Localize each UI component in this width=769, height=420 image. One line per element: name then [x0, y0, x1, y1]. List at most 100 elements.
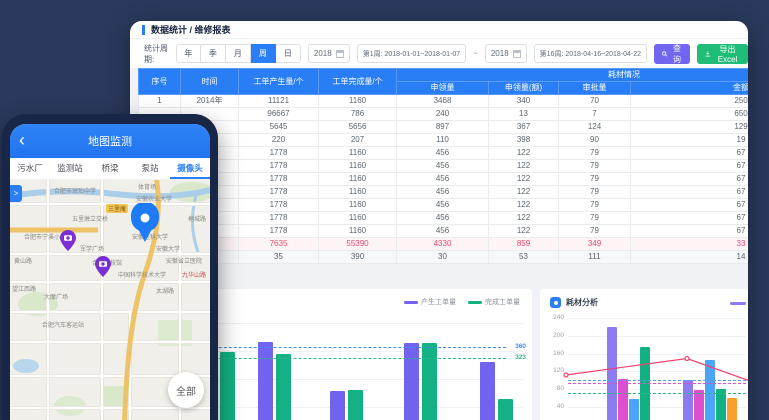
table-cell: 786 — [319, 108, 397, 121]
table-row: 177811604561227967 — [139, 212, 749, 225]
total-cell: 4330 — [397, 238, 489, 251]
average-cell: 14 — [631, 251, 749, 264]
end-year-select[interactable]: 2018 — [485, 44, 527, 63]
table-row: 96667786240137650 — [139, 108, 749, 121]
total-cell: 55390 — [319, 238, 397, 251]
table-cell: 1778 — [239, 225, 319, 238]
table-cell: 1160 — [319, 212, 397, 225]
average-row: 平均值 35 390 30 53 111 14 — [139, 251, 749, 264]
tab-泵站[interactable]: 泵站 — [130, 158, 170, 179]
table-cell: 122 — [489, 212, 559, 225]
table-cell: 456 — [397, 147, 489, 160]
phone-mockup: ‹ 地图监测 污水厂监测站桥梁泵站摄像头 — [2, 114, 218, 420]
total-row: 合计 7635 55390 4330 859 349 33 — [139, 238, 749, 251]
legend-item-产生工单量[interactable]: 产生工单量 — [404, 297, 456, 307]
export-excel-label: 导出Excel — [715, 44, 740, 64]
table-cell: 1778 — [239, 186, 319, 199]
start-year-value: 2018 — [314, 49, 332, 58]
table-cell: 398 — [489, 134, 559, 147]
period-option-年[interactable]: 年 — [176, 44, 201, 63]
report-table: 序号 时间 工单产生量/个 工单完成量/个 耗材情况 申领量 申领量(额) 审批… — [138, 68, 748, 264]
table-cell: 1 — [139, 95, 181, 108]
table-row: 56455656897367124129 — [139, 121, 749, 134]
expand-panel-button[interactable]: > — [10, 185, 22, 202]
dashboard-window: 数据统计 / 维修报表 统计周期: 年季月周日 2018 第1周: 2018-0… — [130, 21, 748, 420]
map-label: 桐城路 — [188, 214, 206, 223]
camera-marker[interactable] — [60, 230, 76, 257]
tab-桥梁[interactable]: 桥梁 — [90, 158, 130, 179]
table-cell: 122 — [489, 186, 559, 199]
table-cell: 122 — [489, 199, 559, 212]
legend-label: 完成工单量 — [485, 297, 520, 307]
table-cell: 67 — [631, 173, 749, 186]
table-cell: 79 — [559, 199, 631, 212]
show-all-button[interactable]: 全部 — [168, 372, 204, 408]
average-cell: 53 — [489, 251, 559, 264]
table-cell: 250 — [631, 95, 749, 108]
map-label: 体育场 — [138, 182, 156, 191]
table-cell: 1160 — [319, 147, 397, 160]
map-label: 黄山路 — [14, 256, 32, 265]
map-label: 中国科学技术大学 — [118, 270, 166, 279]
calendar-icon — [336, 50, 344, 58]
map-label: 五里墩立交桥 — [72, 214, 108, 223]
query-button[interactable]: 查询 — [654, 44, 690, 64]
tab-摄像头[interactable]: 摄像头 — [170, 158, 210, 179]
table-row: 12014年111211160346834070250 — [139, 95, 749, 108]
table-cell: 456 — [397, 212, 489, 225]
col-header-index: 序号 — [139, 69, 181, 95]
period-option-月[interactable]: 月 — [226, 44, 251, 63]
total-cell: 349 — [559, 238, 631, 251]
table-cell: 650 — [631, 108, 749, 121]
back-icon[interactable]: ‹ — [19, 128, 25, 152]
map-label: 太湖路 — [156, 286, 174, 295]
legend-item-完成工单量[interactable]: 完成工单量 — [468, 297, 520, 307]
table-cell: 340 — [489, 95, 559, 108]
table-row: 177811604561227967 — [139, 173, 749, 186]
subcol-header-2: 申领量(额) — [489, 82, 559, 95]
period-option-周[interactable]: 周 — [251, 44, 276, 63]
export-excel-button[interactable]: 导出Excel — [697, 44, 748, 64]
consumables-chart: 耗材分析 2402001601208040 — [540, 289, 748, 420]
table-cell: 1778 — [239, 160, 319, 173]
period-segmented-control: 年季月周日 — [176, 44, 301, 63]
map-label: 军学广场 — [80, 244, 104, 253]
table-cell: 79 — [559, 160, 631, 173]
bar-产生工单量 — [330, 391, 345, 420]
subcol-header-3: 审批量 — [559, 82, 631, 95]
start-week-range[interactable]: 第1周: 2018-01-01~2018-01-07 — [357, 44, 466, 63]
period-option-季[interactable]: 季 — [201, 44, 226, 63]
map-view[interactable]: 合肥市琥珀中学体育场安徽农业大学桐城路三里庵五里墩立交桥安徽医科大学合肥市宁溪小… — [10, 180, 210, 420]
table-cell: 90 — [559, 134, 631, 147]
charts-row: 产生工单量完成工单量 360323 耗材分析 2402001601208040 — [130, 289, 748, 420]
table-cell: 3468 — [397, 95, 489, 108]
map-label: 合肥市琥珀中学 — [54, 186, 96, 195]
col-header-created: 工单产生量/个 — [239, 69, 319, 95]
chart-legend: 产生工单量 完成工单量 — [404, 297, 520, 307]
total-cell: 7635 — [239, 238, 319, 251]
map-label: 望江西路 — [12, 284, 36, 293]
table-cell: 456 — [397, 160, 489, 173]
tab-监测站[interactable]: 监测站 — [50, 158, 90, 179]
phone-page-title: 地图监测 — [88, 133, 132, 149]
table-row: 177811604561227967 — [139, 160, 749, 173]
table-row: 177811604561227967 — [139, 186, 749, 199]
col-header-time: 时间 — [181, 69, 239, 95]
table-row: 2202071103989019 — [139, 134, 749, 147]
start-year-select[interactable]: 2018 — [308, 44, 350, 63]
table-cell: 1160 — [319, 225, 397, 238]
breadcrumb-bar: 数据统计 / 维修报表 — [130, 21, 748, 39]
map-label: 安徽省立医院 — [166, 256, 202, 265]
table-cell: 220 — [239, 134, 319, 147]
tab-污水厂[interactable]: 污水厂 — [10, 158, 50, 179]
average-cell: 390 — [319, 251, 397, 264]
table-cell: 79 — [559, 225, 631, 238]
end-week-range[interactable]: 第16周: 2018-04-16~2018-04-22 — [534, 44, 647, 63]
camera-marker[interactable] — [95, 256, 111, 283]
period-option-日[interactable]: 日 — [276, 44, 301, 63]
table-cell: 110 — [397, 134, 489, 147]
table-cell: 5656 — [319, 121, 397, 134]
calendar-icon — [513, 50, 521, 58]
stat-period-label: 统计周期: — [144, 43, 169, 65]
selected-pin-marker[interactable] — [130, 203, 160, 248]
